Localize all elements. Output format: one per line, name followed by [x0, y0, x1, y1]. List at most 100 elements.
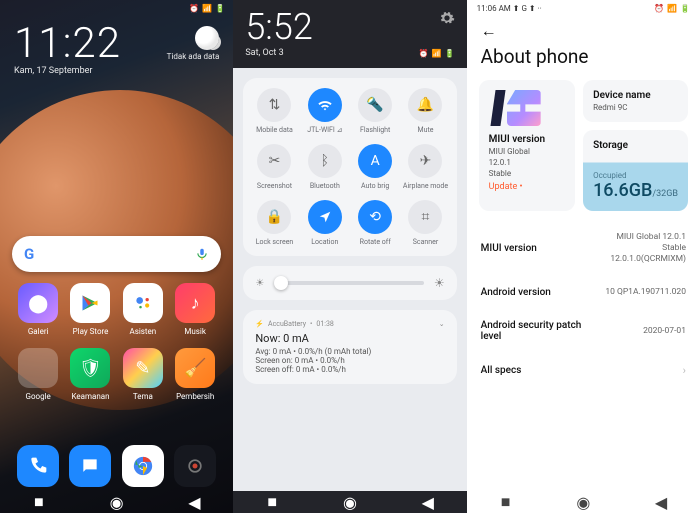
mic-icon[interactable]: [195, 247, 209, 261]
flashlight-icon: 🔦: [358, 88, 392, 122]
folder-icon: [18, 348, 58, 388]
qs-auto-brightness[interactable]: AAuto brig: [350, 144, 400, 190]
notif-line1: Avg: 0 mA • 0.0%/h (0 mAh total): [255, 347, 444, 356]
qs-scanner[interactable]: ⌗Scanner: [400, 200, 450, 246]
status-time: 11:06 AM: [477, 4, 511, 13]
qs-flashlight[interactable]: 🔦Flashlight: [350, 88, 400, 134]
chevron-right-icon: ›: [683, 364, 686, 377]
qs-date: Sat, Oct 3: [245, 48, 283, 58]
clock-date: Kam, 17 September: [14, 66, 219, 76]
location-icon: [308, 200, 342, 234]
qs-bluetooth[interactable]: ᛒBluetooth: [300, 144, 350, 190]
rotate-icon: ⟲: [358, 200, 392, 234]
nav-back[interactable]: ◀: [654, 495, 668, 509]
page-title: About phone: [467, 41, 700, 80]
qs-time: 5:52: [245, 6, 454, 48]
qs-header: 5:52 Sat, Oct 3 ⏰📶🔋: [233, 0, 466, 68]
quick-settings-panel: 5:52 Sat, Oct 3 ⏰📶🔋 ⇅Mobile data JTL-WIF…: [233, 0, 466, 513]
nav-recents[interactable]: ■: [499, 495, 513, 509]
alarm-icon: ⏰: [189, 4, 199, 13]
notif-app-name: AccuBattery: [268, 320, 306, 328]
scanner-icon: ⌗: [408, 200, 442, 234]
row-security-patch[interactable]: Android security patch level 2020-07-01: [481, 309, 686, 353]
miui-version-card[interactable]: MIUI version MIUI Global 12.0.1 Stable U…: [479, 80, 575, 211]
qs-mute[interactable]: 🔔Mute: [400, 88, 450, 134]
brightness-high-icon: ☀: [434, 276, 445, 290]
nav-recents[interactable]: ■: [265, 495, 279, 509]
qs-wifi[interactable]: JTL-WIFI ⊿: [300, 88, 350, 134]
notif-line2: Screen on: 0 mA • 0.0%/h: [255, 356, 444, 365]
dock: [0, 445, 233, 487]
weather-text: Tidak ada data: [167, 52, 220, 61]
storage-total: /32GB: [652, 189, 678, 199]
dock-messages[interactable]: [69, 445, 111, 487]
app-folder-google[interactable]: Google: [12, 348, 64, 401]
qs-lock-screen[interactable]: 🔒Lock screen: [249, 200, 299, 246]
settings-gear-icon[interactable]: [439, 10, 455, 26]
google-search-bar[interactable]: G: [12, 236, 221, 272]
weather-widget[interactable]: Tidak ada data: [167, 26, 220, 61]
nav-home[interactable]: ◉: [576, 495, 590, 509]
wifi-icon: 📶: [202, 4, 212, 13]
about-phone-screen: 11:06 AM ⬆ G ⬆ ·· ⏰📶🔋 ← About phone MIUI…: [467, 0, 700, 513]
row-miui-version[interactable]: MIUI version MIUI Global 12.0.1 Stable 1…: [481, 221, 686, 276]
app-galeri[interactable]: ⬤Galeri: [12, 283, 64, 336]
lock-icon: 🔒: [257, 200, 291, 234]
auto-bright-icon: A: [358, 144, 392, 178]
notif-time: 01:38: [316, 320, 333, 328]
qs-airplane[interactable]: ✈Airplane mode: [400, 144, 450, 190]
notif-header: ⚡ AccuBattery • 01:38 ⌄: [255, 320, 444, 328]
miui12-logo: [489, 90, 543, 128]
nav-back[interactable]: ◀: [187, 495, 201, 509]
brightness-track[interactable]: [274, 281, 424, 285]
homescreen: ⏰ 📶 🔋 11:22 Kam, 17 September Tidak ada …: [0, 0, 233, 513]
weather-icon: [195, 26, 219, 50]
nav-home[interactable]: ◉: [343, 495, 357, 509]
app-security[interactable]: 🛡Keamanan: [64, 348, 116, 401]
update-link[interactable]: Update •: [489, 182, 565, 192]
storage-card[interactable]: Storage Occupied 16.6GB/32GB: [583, 130, 688, 211]
app-grid: ⬤Galeri Play Store Asisten ♪Musik Google…: [0, 283, 233, 401]
nav-bar: ■ ◉ ◀: [233, 491, 466, 513]
row-all-specs[interactable]: All specs ›: [481, 353, 686, 388]
brightness-slider[interactable]: ☀ ☀: [243, 266, 456, 300]
status-bar: 11:06 AM ⬆ G ⬆ ·· ⏰📶🔋: [467, 0, 700, 13]
broom-icon: 🧹: [175, 348, 215, 388]
device-name-card[interactable]: Device name Redmi 9C: [583, 80, 688, 122]
app-themes[interactable]: ✎Tema: [117, 348, 169, 401]
nav-recents[interactable]: ■: [32, 495, 46, 509]
app-cleaner[interactable]: 🧹Pembersih: [169, 348, 221, 401]
qs-location[interactable]: Location: [300, 200, 350, 246]
assistant-icon: [123, 283, 163, 323]
qs-rotate[interactable]: ⟲Rotate off: [350, 200, 400, 246]
spec-list: MIUI version MIUI Global 12.0.1 Stable 1…: [467, 211, 700, 388]
nav-home[interactable]: ◉: [110, 495, 124, 509]
wifi-icon: [308, 88, 342, 122]
back-button[interactable]: ←: [467, 13, 700, 41]
nav-back[interactable]: ◀: [421, 495, 435, 509]
nav-bar: ■ ◉ ◀: [467, 491, 700, 513]
battery-icon: 🔋: [215, 4, 225, 13]
google-logo: G: [24, 245, 34, 263]
notification-accubattery[interactable]: ⚡ AccuBattery • 01:38 ⌄ Now: 0 mA Avg: 0…: [243, 310, 456, 384]
app-assistant[interactable]: Asisten: [117, 283, 169, 336]
app-playstore[interactable]: Play Store: [64, 283, 116, 336]
airplane-icon: ✈: [408, 144, 442, 178]
gallery-icon: ⬤: [18, 283, 58, 323]
notif-title: Now: 0 mA: [255, 332, 444, 345]
music-icon: ♪: [175, 283, 215, 323]
notif-line3: Screen off: 0 mA • 0.0%/h: [255, 365, 444, 374]
bluetooth-icon: ᛒ: [308, 144, 342, 178]
qs-mobile-data[interactable]: ⇅Mobile data: [249, 88, 299, 134]
playstore-icon: [70, 283, 110, 323]
shield-icon: 🛡: [70, 348, 110, 388]
row-android-version[interactable]: Android version 10 QP1A.190711.020: [481, 276, 686, 309]
dock-phone[interactable]: [17, 445, 59, 487]
dock-camera[interactable]: [174, 445, 216, 487]
app-music[interactable]: ♪Musik: [169, 283, 221, 336]
chevron-down-icon[interactable]: ⌄: [439, 320, 445, 328]
brightness-thumb[interactable]: [274, 276, 288, 290]
dock-chrome[interactable]: [122, 445, 164, 487]
qs-screenshot[interactable]: ✂Screenshot: [249, 144, 299, 190]
brightness-low-icon: ☀: [255, 278, 264, 289]
